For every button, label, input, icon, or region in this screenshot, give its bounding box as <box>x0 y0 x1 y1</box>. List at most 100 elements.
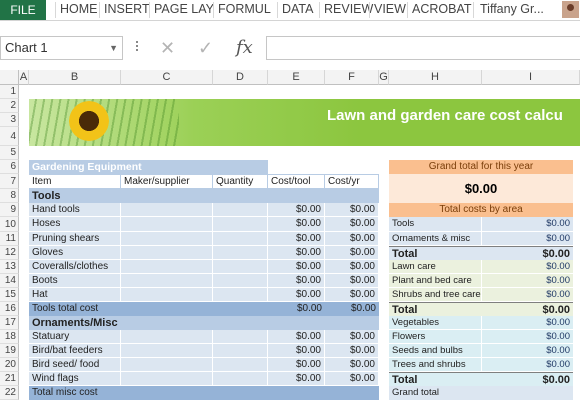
column-header-h[interactable]: H <box>389 70 482 85</box>
ribbon-tab-data[interactable]: DATA <box>282 0 313 20</box>
column-header-c[interactable]: C <box>121 70 213 85</box>
quantity-cell[interactable] <box>213 288 268 302</box>
item-cost-tool[interactable]: $0.00 <box>268 203 325 217</box>
item-label[interactable]: Pruning shears <box>29 232 121 246</box>
item-cost-yr[interactable]: $0.00 <box>325 260 379 274</box>
quantity-cell[interactable] <box>213 372 268 386</box>
quantity-cell[interactable] <box>213 260 268 274</box>
row-header-15[interactable]: 15 <box>0 288 19 302</box>
row-header-5[interactable]: 5 <box>0 146 19 160</box>
item-cost-yr[interactable]: $0.00 <box>325 288 379 302</box>
column-header-e[interactable]: E <box>268 70 325 85</box>
item-cost-yr[interactable]: $0.00 <box>325 344 379 358</box>
maker-cell[interactable] <box>121 232 213 246</box>
column-header-g[interactable]: G <box>379 70 389 85</box>
quantity-cell[interactable] <box>213 344 268 358</box>
row-header-22[interactable]: 22 <box>0 386 19 400</box>
item-label[interactable]: Coveralls/clothes <box>29 260 121 274</box>
quantity-cell[interactable] <box>213 274 268 288</box>
item-label[interactable]: Gloves <box>29 246 121 260</box>
row-header-19[interactable]: 19 <box>0 344 19 358</box>
column-header-d[interactable]: D <box>213 70 268 85</box>
row-header-18[interactable]: 18 <box>0 330 19 344</box>
check-icon[interactable]: ✓ <box>198 36 213 60</box>
column-header-a[interactable]: A <box>19 70 29 85</box>
row-header-8[interactable]: 8 <box>0 189 19 203</box>
item-cost-tool[interactable]: $0.00 <box>268 246 325 260</box>
row-header-7[interactable]: 7 <box>0 174 19 189</box>
row-header-14[interactable]: 14 <box>0 274 19 288</box>
row-header-17[interactable]: 17 <box>0 316 19 330</box>
item-label[interactable]: Hoses <box>29 217 121 232</box>
item-label[interactable]: Bird seed/ food <box>29 358 121 372</box>
column-header-i[interactable]: I <box>482 70 580 85</box>
item-label[interactable]: Bird/bat feeders <box>29 344 121 358</box>
maker-cell[interactable] <box>121 330 213 344</box>
column-header-b[interactable]: B <box>29 70 121 85</box>
user-avatar[interactable] <box>562 1 579 18</box>
row-header-12[interactable]: 12 <box>0 246 19 260</box>
item-label[interactable]: Boots <box>29 274 121 288</box>
item-cost-tool[interactable]: $0.00 <box>268 232 325 246</box>
item-cost-tool[interactable]: $0.00 <box>268 330 325 344</box>
function-icon[interactable]: fx <box>236 36 253 60</box>
quantity-cell[interactable] <box>213 203 268 217</box>
chevron-down-icon[interactable]: ▼ <box>109 37 118 59</box>
item-cost-yr[interactable]: $0.00 <box>325 203 379 217</box>
item-cost-yr[interactable]: $0.00 <box>325 274 379 288</box>
row-header-2[interactable]: 2 <box>0 99 19 113</box>
cancel-icon[interactable]: ✕ <box>160 36 175 60</box>
row-header-9[interactable]: 9 <box>0 203 19 217</box>
quantity-cell[interactable] <box>213 217 268 232</box>
ribbon-tab-formul[interactable]: FORMUL <box>218 0 271 20</box>
formula-input[interactable] <box>266 36 580 60</box>
row-header-13[interactable]: 13 <box>0 260 19 274</box>
row-header-10[interactable]: 10 <box>0 217 19 232</box>
item-cost-yr[interactable]: $0.00 <box>325 232 379 246</box>
item-cost-tool[interactable]: $0.00 <box>268 274 325 288</box>
item-label[interactable]: Statuary <box>29 330 121 344</box>
item-cost-yr[interactable]: $0.00 <box>325 217 379 232</box>
maker-cell[interactable] <box>121 288 213 302</box>
row-header-21[interactable]: 21 <box>0 372 19 386</box>
row-header-4[interactable]: 4 <box>0 127 19 146</box>
quantity-cell[interactable] <box>213 232 268 246</box>
maker-cell[interactable] <box>121 372 213 386</box>
name-box[interactable]: Chart 1 ▼ <box>0 36 123 60</box>
item-cost-yr[interactable]: $0.00 <box>325 330 379 344</box>
item-cost-yr[interactable]: $0.00 <box>325 358 379 372</box>
item-cost-yr[interactable]: $0.00 <box>325 246 379 260</box>
ribbon-tab-review[interactable]: REVIEW <box>324 0 373 20</box>
item-label[interactable]: Hand tools <box>29 203 121 217</box>
file-tab[interactable]: FILE <box>0 0 46 20</box>
item-label[interactable]: Hat <box>29 288 121 302</box>
maker-cell[interactable] <box>121 203 213 217</box>
ribbon-tab-page-lay[interactable]: PAGE LAY <box>154 0 214 20</box>
row-header-20[interactable]: 20 <box>0 358 19 372</box>
item-cost-tool[interactable]: $0.00 <box>268 358 325 372</box>
ribbon-tab-view[interactable]: VIEW <box>374 0 406 20</box>
item-cost-tool[interactable]: $0.00 <box>268 344 325 358</box>
row-header-3[interactable]: 3 <box>0 113 19 127</box>
maker-cell[interactable] <box>121 260 213 274</box>
quantity-cell[interactable] <box>213 246 268 260</box>
ribbon-tab-acrobat[interactable]: ACROBAT <box>412 0 472 20</box>
row-header-11[interactable]: 11 <box>0 232 19 246</box>
quantity-cell[interactable] <box>213 330 268 344</box>
select-all-corner[interactable] <box>0 70 19 85</box>
item-label[interactable]: Wind flags <box>29 372 121 386</box>
row-header-6[interactable]: 6 <box>0 160 19 174</box>
drag-handle-icon[interactable] <box>136 39 140 55</box>
maker-cell[interactable] <box>121 344 213 358</box>
maker-cell[interactable] <box>121 358 213 372</box>
column-header-f[interactable]: F <box>325 70 379 85</box>
item-cost-yr[interactable]: $0.00 <box>325 372 379 386</box>
quantity-cell[interactable] <box>213 358 268 372</box>
row-header-16[interactable]: 16 <box>0 302 19 316</box>
item-cost-tool[interactable]: $0.00 <box>268 372 325 386</box>
row-header-1[interactable]: 1 <box>0 85 19 99</box>
ribbon-tab-insert[interactable]: INSERT <box>104 0 150 20</box>
maker-cell[interactable] <box>121 217 213 232</box>
item-cost-tool[interactable]: $0.00 <box>268 260 325 274</box>
maker-cell[interactable] <box>121 246 213 260</box>
